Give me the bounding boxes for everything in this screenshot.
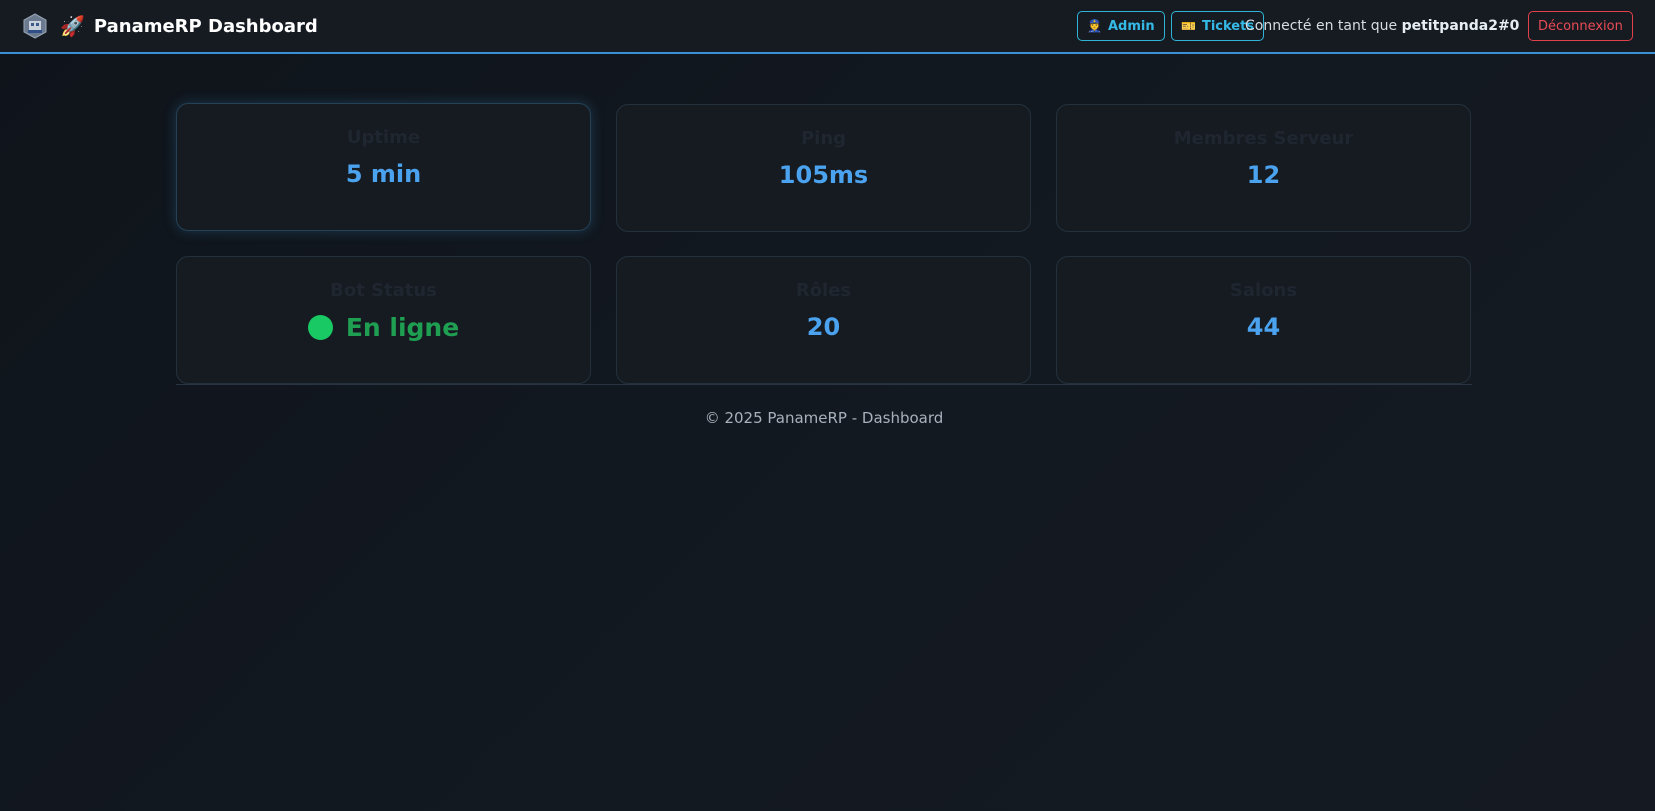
connected-user-text: Connecté en tant que petitpanda2#0 [1245, 18, 1519, 34]
stat-card-channels: Salons 44 [1056, 256, 1471, 384]
stat-card-roles: Rôles 20 [616, 256, 1031, 384]
stat-label: Ping [800, 128, 847, 149]
stat-value: 20 [806, 313, 841, 341]
stat-value: 105ms [778, 161, 869, 189]
stat-card-ping: Ping 105ms [616, 104, 1031, 232]
rocket-icon: 🚀 [60, 14, 85, 38]
server-logo-icon [22, 13, 48, 39]
brand[interactable]: 🚀 PanameRP Dashboard [22, 13, 318, 39]
stat-value: 12 [1246, 161, 1281, 189]
stat-card-members: Membres Serveur 12 [1056, 104, 1471, 232]
stat-card-uptime: Uptime 5 min [176, 103, 591, 231]
stat-label: Bot Status [330, 280, 437, 301]
online-dot-icon [307, 315, 333, 340]
username: petitpanda2#0 [1401, 18, 1520, 34]
stat-label: Rôles [795, 280, 852, 301]
admin-button[interactable]: 👮 Admin [1077, 11, 1165, 41]
logout-button[interactable]: Déconnexion [1528, 11, 1633, 41]
footer-text: © 2025 PanameRP - Dashboard [704, 409, 944, 427]
stat-card-bot-status: Bot Status En ligne [176, 256, 591, 384]
bot-status-indicator: En ligne [177, 313, 590, 342]
police-officer-icon: 👮 [1087, 19, 1102, 33]
stat-label: Uptime [346, 127, 421, 148]
page-title: PanameRP Dashboard [93, 15, 318, 37]
stat-value: 44 [1246, 313, 1281, 341]
top-navbar: 🚀 PanameRP Dashboard 👮 Admin 🎫 Tickets C… [0, 0, 1655, 54]
footer-divider [176, 384, 1472, 385]
stat-value: 5 min [345, 160, 422, 188]
admin-button-label: Admin [1107, 18, 1155, 34]
stat-label: Salons [1229, 280, 1298, 301]
ticket-icon: 🎫 [1181, 19, 1196, 33]
connected-prefix: Connecté en tant que [1245, 18, 1398, 34]
stat-value: En ligne [345, 313, 460, 342]
stat-label: Membres Serveur [1173, 128, 1354, 149]
